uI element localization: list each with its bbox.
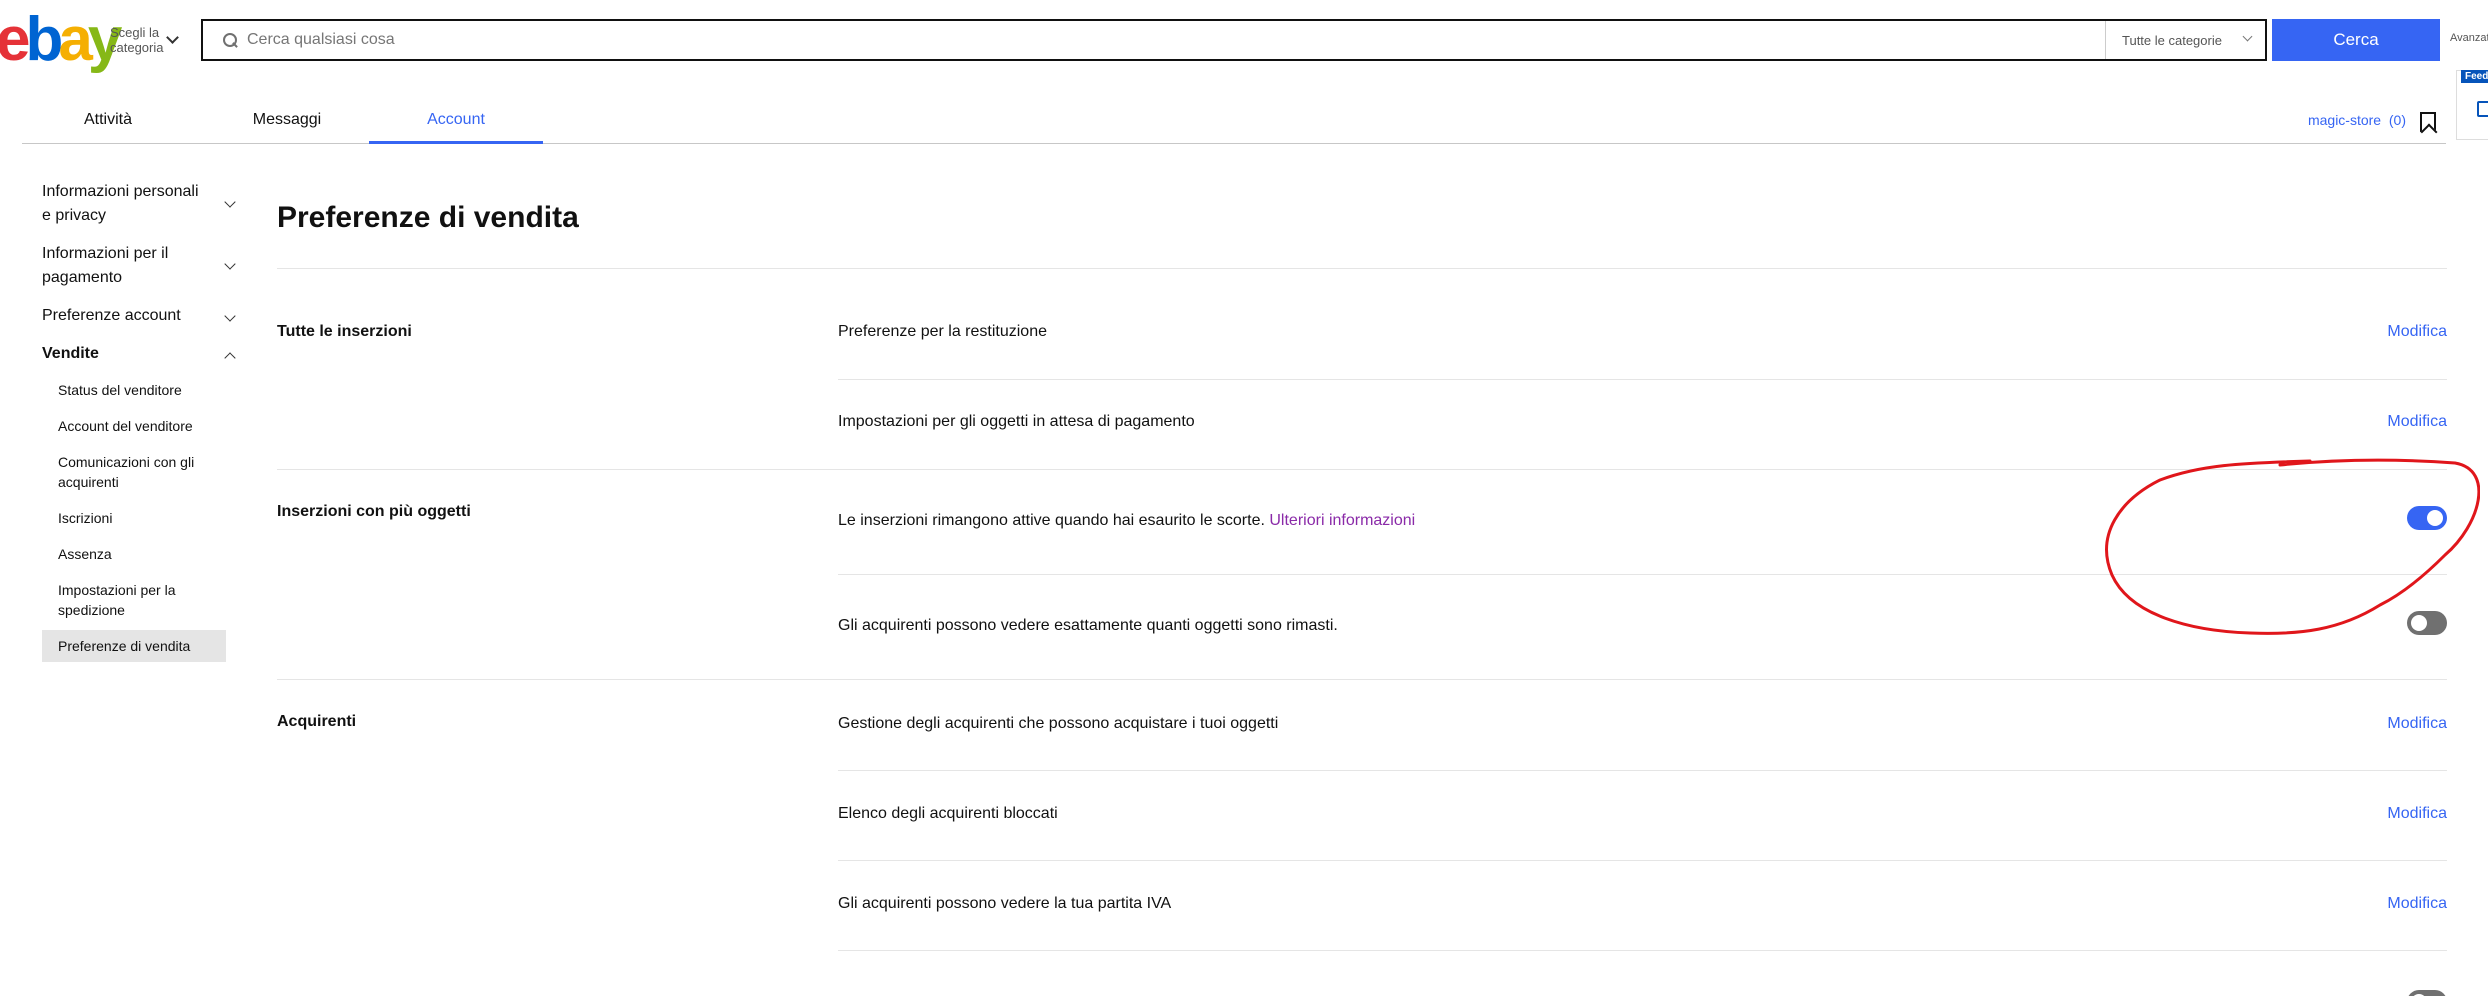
chevron-down-icon [224, 258, 236, 270]
divider [838, 379, 2447, 380]
feedback-label: Feed [2461, 70, 2488, 83]
edit-link[interactable]: Modifica [2387, 323, 2447, 341]
sidebar-subitem-status[interactable]: Status del venditore [42, 374, 226, 406]
edit-link[interactable]: Modifica [2387, 805, 2447, 823]
sidebar-item-label: Informazioni per il pagamento [42, 245, 169, 286]
tab-attivita[interactable]: Attività [68, 96, 148, 144]
sidebar-item-vendite[interactable]: Vendite [42, 342, 238, 366]
chevron-down-icon [2242, 31, 2253, 42]
store-name: magic-store [2307, 112, 2382, 128]
tab-messaggi[interactable]: Messaggi [242, 96, 332, 144]
sidebar-subitem-subscriptions[interactable]: Iscrizioni [42, 502, 226, 534]
sidebar-item-label: Preferenze account [42, 307, 181, 324]
sidebar-subitem-selling-preferences[interactable]: Preferenze di vendita [42, 630, 226, 662]
advanced-search-link[interactable]: Avanzata [2450, 32, 2488, 44]
search-input[interactable] [247, 21, 2105, 59]
row-text: Gli acquirenti possono vedere la tua par… [838, 895, 1172, 912]
show-quantity-toggle[interactable] [2407, 611, 2447, 635]
store-count: (0) [2388, 112, 2406, 128]
divider [838, 950, 2447, 951]
toggle-knob [2411, 615, 2427, 631]
edit-link[interactable]: Modifica [2387, 413, 2447, 431]
sidebar-subitem-seller-account[interactable]: Account del venditore [42, 410, 226, 442]
sidebar-item-payment-info[interactable]: Informazioni per il pagamento [42, 242, 238, 290]
row-text-body: Le inserzioni rimangono attive quando ha… [838, 512, 1265, 529]
category-select[interactable]: Tutte le categorie [2105, 21, 2265, 59]
sidebar-item-personal-info[interactable]: Informazioni personali e privacy [42, 180, 238, 228]
feedback-tab[interactable]: Feed [2456, 70, 2488, 140]
toggle-knob [2427, 510, 2443, 526]
divider [838, 770, 2447, 771]
chevron-up-icon [224, 352, 236, 364]
section-title: Acquirenti [277, 713, 357, 730]
sidebar-item-account-preferences[interactable]: Preferenze account [42, 304, 238, 328]
feedback-icon [2477, 101, 2488, 117]
sidebar-subitem-buyer-communications[interactable]: Comunicazioni con gli acquirenti [42, 446, 226, 498]
chevron-down-icon [224, 196, 236, 208]
edit-link[interactable]: Modifica [2387, 895, 2447, 913]
tab-account[interactable]: Account [369, 96, 543, 144]
row-text: Le inserzioni rimangono attive quando ha… [838, 512, 1415, 530]
page-title: Preferenze di vendita [277, 201, 579, 234]
section-title: Inserzioni con più oggetti [277, 503, 471, 520]
more-info-link[interactable]: Ulteriori informazioni [1269, 512, 1415, 529]
search-button[interactable]: Cerca [2272, 19, 2440, 61]
row-text: Gestione degli acquirenti che possono ac… [838, 715, 1279, 732]
sidebar-item-label: Vendite [42, 345, 99, 362]
search-bar: Tutte le categorie [201, 19, 2267, 61]
row-text: Elenco degli acquirenti bloccati [838, 805, 1058, 822]
divider [277, 469, 2447, 470]
divider [838, 574, 2447, 575]
sidebar-item-label: Informazioni personali e privacy [42, 183, 199, 224]
edit-link[interactable]: Modifica [2387, 715, 2447, 733]
category-select-value: Tutte le categorie [2122, 32, 2222, 48]
chevron-down-icon [166, 30, 179, 44]
divider [277, 679, 2447, 680]
account-tabs: Attività Messaggi Account magic-store (0… [22, 96, 2446, 144]
partial-toggle[interactable] [2407, 990, 2447, 996]
search-icon [203, 21, 247, 59]
sidebar-subitem-shipping[interactable]: Impostazioni per la spedizione [42, 574, 226, 626]
global-header: ebay Scegli la categoria Tutte le catego… [0, 0, 2488, 80]
vendite-submenu: Status del venditore Account del vendito… [42, 374, 238, 662]
row-text: Impostazioni per gli oggetti in attesa d… [838, 413, 1195, 430]
divider [838, 860, 2447, 861]
row-text: Preferenze per la restituzione [838, 323, 1047, 340]
sidebar-subitem-away[interactable]: Assenza [42, 538, 226, 570]
store-link[interactable]: magic-store (0) [2308, 112, 2406, 128]
divider [277, 268, 2447, 269]
chevron-down-icon [224, 310, 236, 322]
category-picker-label: Scegli la categoria [110, 25, 164, 55]
category-picker[interactable]: Scegli la categoria [110, 24, 186, 56]
ebay-logo[interactable]: ebay [0, 9, 122, 71]
row-text: Gli acquirenti possono vedere esattament… [838, 617, 1338, 634]
section-title: Tutte le inserzioni [277, 323, 412, 340]
out-of-stock-toggle[interactable] [2407, 506, 2447, 530]
bookmark-icon[interactable] [2420, 112, 2436, 132]
sidebar-nav: Informazioni personali e privacy Informa… [42, 180, 238, 666]
